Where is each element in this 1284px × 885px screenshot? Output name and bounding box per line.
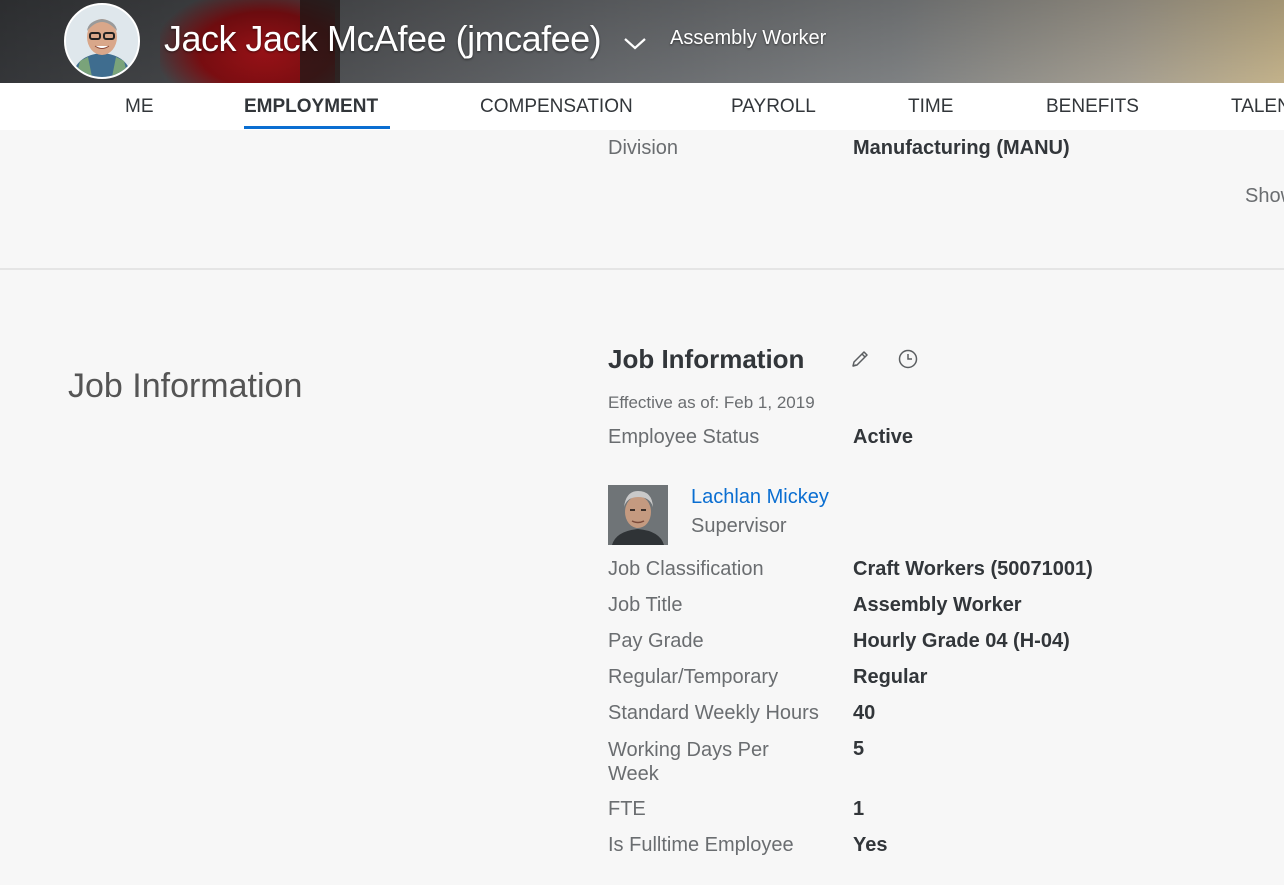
supervisor-role: Supervisor [691, 515, 787, 537]
employee-name[interactable]: Jack Jack McAfee (jmcafee) [164, 18, 602, 60]
working-days-per-week-value: 5 [853, 738, 865, 760]
employee-job-title: Assembly Worker [670, 27, 827, 49]
tab-time[interactable]: TIME [908, 96, 953, 118]
pencil-icon[interactable] [849, 348, 871, 370]
section-title: Job Information [68, 367, 303, 405]
show-more-link[interactable]: Show [1245, 185, 1284, 208]
tab-employment[interactable]: EMPLOYMENT [244, 96, 378, 118]
regular-temporary-value: Regular [853, 666, 928, 688]
working-days-per-week-label: Working Days Per Week [608, 739, 769, 785]
standard-weekly-hours-value: 40 [853, 702, 876, 724]
supervisor-name-link[interactable]: Lachlan Mickey [691, 486, 829, 509]
supervisor-photo [608, 485, 668, 545]
effective-date: Effective as of: Feb 1, 2019 [608, 393, 815, 412]
fte-value: 1 [853, 798, 865, 820]
is-fulltime-employee-value: Yes [853, 834, 888, 856]
division-label: Division [608, 137, 679, 159]
tab-payroll[interactable]: PAYROLL [731, 96, 816, 118]
job-title-label: Job Title [608, 594, 683, 616]
tab-benefits[interactable]: BENEFITS [1046, 96, 1139, 118]
history-clock-icon[interactable] [897, 348, 919, 370]
tab-compensation[interactable]: COMPENSATION [480, 96, 633, 118]
pay-grade-value: Hourly Grade 04 (H-04) [853, 630, 1070, 652]
tab-me[interactable]: ME [125, 96, 154, 118]
supervisor-avatar[interactable] [608, 485, 668, 545]
tab-bar: ME EMPLOYMENT COMPENSATION PAYROLL TIME … [0, 83, 1284, 130]
standard-weekly-hours-label: Standard Weekly Hours [608, 702, 819, 724]
active-tab-indicator [244, 126, 390, 129]
division-value: Manufacturing (MANU) [853, 137, 1070, 159]
employee-status-value: Active [853, 426, 914, 448]
tab-talent[interactable]: TALEN [1231, 96, 1284, 118]
avatar-photo [66, 5, 138, 77]
job-classification-label: Job Classification [608, 558, 764, 580]
chevron-down-icon[interactable] [622, 33, 648, 53]
regular-temporary-label: Regular/Temporary [608, 666, 779, 688]
profile-header: Jack Jack McAfee (jmcafee) Assembly Work… [0, 0, 1284, 83]
fte-label: FTE [608, 798, 646, 820]
is-fulltime-employee-label: Is Fulltime Employee [608, 834, 794, 856]
employee-avatar[interactable] [64, 3, 140, 79]
job-classification-value: Craft Workers (50071001) [853, 558, 1093, 580]
employee-status-label: Employee Status [608, 426, 760, 448]
card-title: Job Information [608, 344, 805, 374]
section-divider [0, 268, 1284, 270]
pay-grade-label: Pay Grade [608, 630, 704, 652]
job-title-value: Assembly Worker [853, 594, 1022, 616]
